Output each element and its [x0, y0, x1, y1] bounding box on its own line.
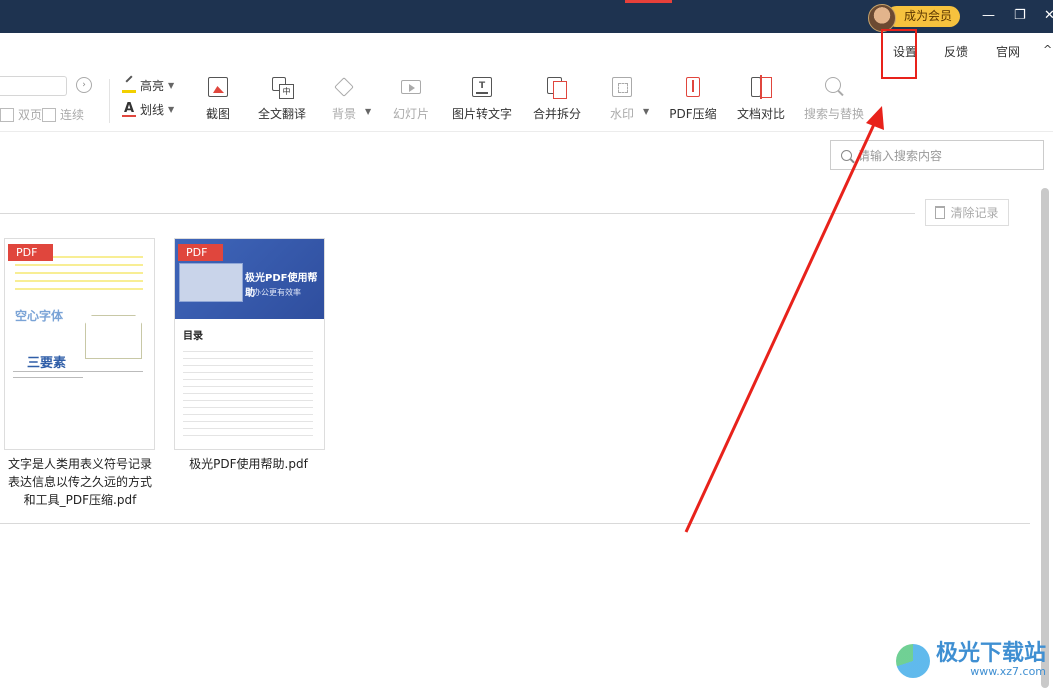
watermark-brand: 极光下载站 [936, 641, 1047, 666]
site-watermark: 极光下载站 www.xz7.com [896, 643, 1046, 678]
watermark-url: www.xz7.com [970, 665, 1047, 678]
watermark-logo-icon [896, 643, 930, 678]
annotation-arrow-icon [684, 106, 884, 533]
